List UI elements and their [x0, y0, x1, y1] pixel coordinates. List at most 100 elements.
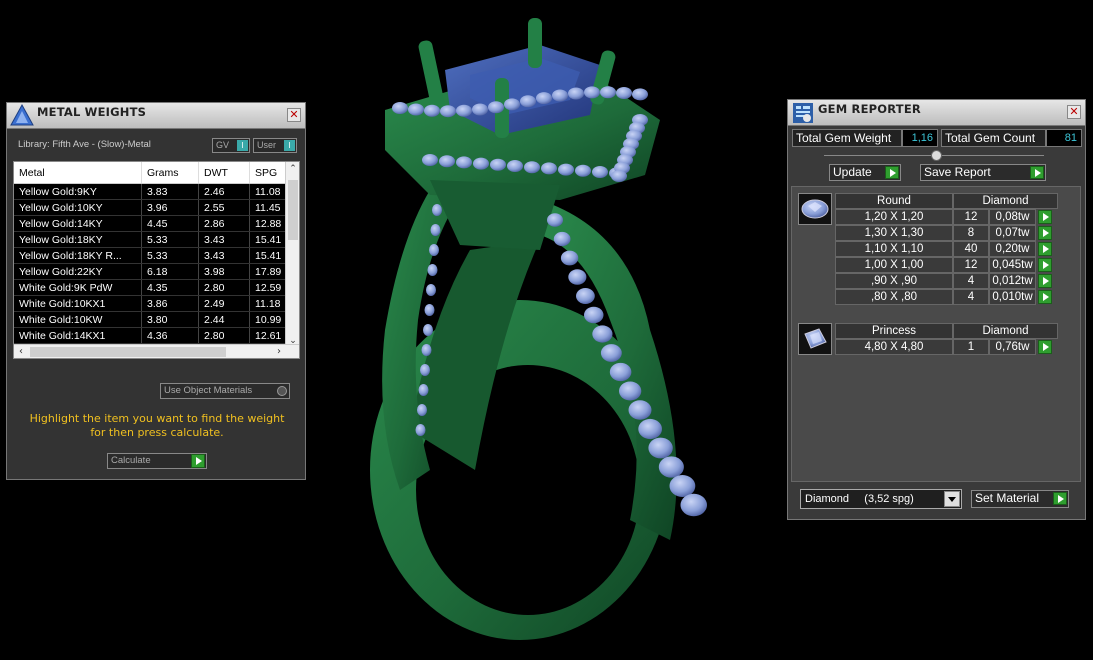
use-object-materials-toggle[interactable]: Use Object Materials [160, 383, 290, 399]
radio-icon[interactable] [277, 386, 287, 396]
halo-gem [520, 95, 536, 108]
metal-name-cell: White Gold:14KX1 [14, 328, 142, 343]
save-report-button[interactable]: Save Report [920, 164, 1046, 181]
scroll-right-icon[interactable]: › [272, 345, 286, 358]
gem-weight-cell: 0,07tw [989, 225, 1036, 241]
halo-gem [507, 160, 523, 172]
halo-gem [552, 89, 568, 102]
play-arrow-icon[interactable] [885, 166, 899, 179]
set-material-button[interactable]: Set Material [971, 490, 1069, 508]
table-row[interactable]: Yellow Gold:22KY 6.18 3.98 17.89 [14, 264, 286, 280]
table-row[interactable]: Yellow Gold:18KY 5.33 3.43 15.41 [14, 232, 286, 248]
scroll-left-icon[interactable]: ‹ [14, 345, 28, 358]
spg-cell: 11.18 [250, 296, 286, 311]
select-gems-arrow-icon[interactable] [1038, 258, 1052, 272]
gem-count-cell: 12 [953, 209, 989, 225]
select-gems-arrow-icon[interactable] [1038, 226, 1052, 240]
metal-weights-title: METAL WEIGHTS [37, 105, 147, 119]
scroll-thumb[interactable] [30, 347, 226, 357]
table-row[interactable]: Yellow Gold:9KY 3.83 2.46 11.08 [14, 184, 286, 200]
play-arrow-icon[interactable] [1053, 492, 1067, 505]
band-gem [423, 324, 433, 336]
halo-gem [611, 170, 627, 182]
column-header-grams[interactable]: Grams [142, 162, 199, 183]
gem-count-cell: 40 [953, 241, 989, 257]
select-gems-arrow-icon[interactable] [1038, 210, 1052, 224]
band-gem [576, 288, 595, 304]
halo-gem [392, 102, 408, 114]
band-gem [426, 284, 436, 296]
select-gems-arrow-icon[interactable] [1038, 290, 1052, 304]
material-select[interactable]: Diamond (3,52 spg) [800, 489, 962, 509]
band-gem [592, 325, 613, 343]
column-header-dwt[interactable]: DWT [199, 162, 250, 183]
spg-cell: 11.45 [250, 200, 286, 215]
princess-gem-icon[interactable] [798, 323, 832, 355]
band-gem [560, 250, 579, 266]
chevron-down-icon[interactable] [944, 491, 960, 507]
select-gems-arrow-icon[interactable] [1038, 340, 1052, 354]
band-gem [628, 400, 652, 420]
total-gem-count-label: Total Gem Count [941, 129, 1046, 147]
table-row[interactable]: Yellow Gold:18KY R... 5.33 3.43 15.41 [14, 248, 286, 264]
gem-reporter-panel: GEM REPORTER ✕ Total Gem Weight 1,16 Tot… [787, 99, 1086, 520]
gem-reporter-titlebar[interactable]: GEM REPORTER ✕ [788, 100, 1085, 126]
play-arrow-icon[interactable] [191, 454, 205, 468]
spg-cell: 12.88 [250, 216, 286, 231]
band-gem [427, 264, 438, 276]
band-gem [568, 269, 587, 285]
select-gems-arrow-icon[interactable] [1038, 242, 1052, 256]
gem-count-cell: 8 [953, 225, 989, 241]
close-icon[interactable]: ✕ [1067, 105, 1081, 119]
halo-gem [558, 163, 574, 176]
vertical-scrollbar[interactable]: ⌃ ⌄ [285, 162, 299, 348]
band-gem [421, 344, 432, 356]
play-arrow-icon[interactable] [1030, 166, 1044, 179]
gem-size-cell: 4,80 X 4,80 [835, 339, 953, 355]
update-label: Update [833, 165, 872, 179]
table-row[interactable]: Yellow Gold:10KY 3.96 2.55 11.45 [14, 200, 286, 216]
scroll-up-icon[interactable]: ⌃ [286, 162, 299, 176]
collapse-toggle-icon[interactable] [931, 150, 942, 161]
spg-cell: 12.59 [250, 280, 286, 295]
user-toggle-label: User [257, 140, 277, 150]
band-gem [420, 364, 430, 376]
gem-size-cell: ,90 X ,90 [835, 273, 953, 289]
metal-weights-titlebar[interactable]: METAL WEIGHTS ✕ [7, 103, 305, 129]
halo-gem [592, 166, 608, 178]
scroll-thumb[interactable] [288, 180, 298, 240]
spg-cell: 15.41 [250, 232, 286, 247]
calculate-button[interactable]: Calculate [107, 453, 207, 469]
table-row[interactable]: White Gold:9K PdW 4.35 2.80 12.59 [14, 280, 286, 296]
halo-gem [472, 103, 488, 116]
update-button[interactable]: Update [829, 164, 901, 181]
halo-gem [616, 87, 632, 100]
metal-name-cell: Yellow Gold:18KY R... [14, 248, 142, 263]
gem-report-list[interactable]: Round Diamond 1,20 X 1,20 12 0,08tw 1,30 X 1,… [791, 186, 1081, 482]
close-icon[interactable]: ✕ [287, 108, 301, 122]
table-row[interactable]: White Gold:10KX1 3.86 2.49 11.18 [14, 296, 286, 312]
library-label: Library: Fifth Ave - (Slow)-Metal [18, 139, 151, 150]
table-row[interactable]: White Gold:14KX1 4.36 2.80 12.61 [14, 328, 286, 344]
gv-toggle[interactable]: GV I [212, 138, 250, 153]
round-gem-icon[interactable] [798, 193, 832, 225]
gem-size-cell: 1,30 X 1,30 [835, 225, 953, 241]
spg-cell: 10.99 [250, 312, 286, 327]
column-header-metal[interactable]: Metal [14, 162, 142, 183]
gem-count-cell: 12 [953, 257, 989, 273]
gem-weight-cell: 0,20tw [989, 241, 1036, 257]
metal-name-cell: White Gold:10KW [14, 312, 142, 327]
table-row[interactable]: Yellow Gold:14KY 4.45 2.86 12.88 [14, 216, 286, 232]
halo-gem [575, 164, 591, 177]
select-gems-arrow-icon[interactable] [1038, 274, 1052, 288]
hint-text-line1: Highlight the item you want to find the … [29, 412, 285, 425]
halo-gem [422, 154, 438, 166]
column-header-spg[interactable]: SPG [250, 162, 286, 183]
band-gem [424, 304, 435, 316]
gem-weight-cell: 0,08tw [989, 209, 1036, 225]
table-row[interactable]: White Gold:10KW 3.80 2.44 10.99 [14, 312, 286, 328]
band-gem [418, 384, 429, 396]
user-toggle[interactable]: User I [253, 138, 297, 153]
horizontal-scrollbar[interactable]: ‹ › [14, 344, 299, 358]
metal-table[interactable]: Metal Grams DWT SPG Yellow Gold:9KY 3.83 2… [13, 161, 300, 359]
